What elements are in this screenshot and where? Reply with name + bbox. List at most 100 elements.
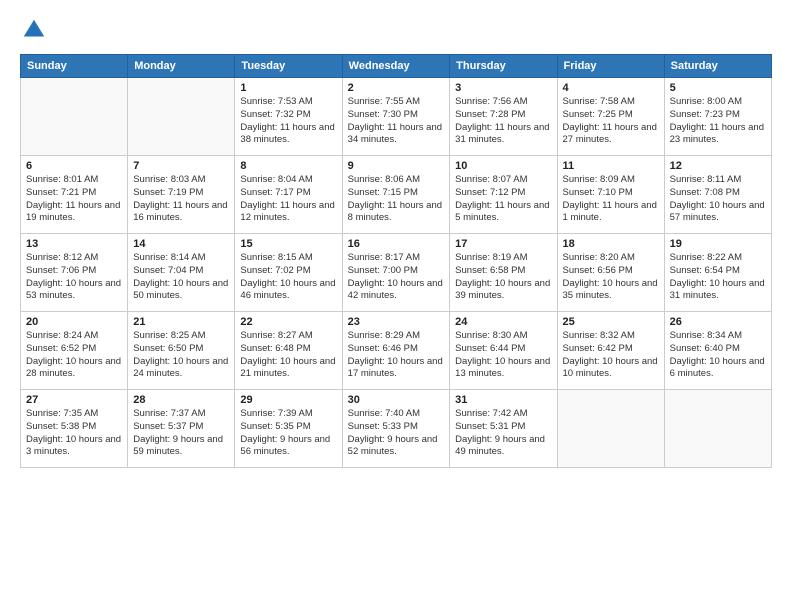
calendar-cell: 30 Sunrise: 7:40 AMSunset: 5:33 PMDayligh… [342, 390, 450, 468]
day-number: 14 [133, 238, 229, 250]
calendar-cell: 23 Sunrise: 8:29 AMSunset: 6:46 PMDayligh… [342, 312, 450, 390]
day-info: Sunrise: 8:34 AMSunset: 6:40 PMDaylight:… [670, 330, 766, 381]
calendar-cell: 14 Sunrise: 8:14 AMSunset: 7:04 PMDayligh… [128, 234, 235, 312]
day-number: 19 [670, 238, 766, 250]
day-of-week-header: Friday [557, 55, 664, 78]
calendar-header: SundayMondayTuesdayWednesdayThursdayFrid… [21, 55, 772, 78]
calendar-cell: 13 Sunrise: 8:12 AMSunset: 7:06 PMDayligh… [21, 234, 128, 312]
day-info: Sunrise: 8:29 AMSunset: 6:46 PMDaylight:… [348, 330, 445, 381]
day-number: 12 [670, 160, 766, 172]
day-number: 28 [133, 394, 229, 406]
day-number: 9 [348, 160, 445, 172]
day-number: 30 [348, 394, 445, 406]
calendar-week-row: 27 Sunrise: 7:35 AMSunset: 5:38 PMDayligh… [21, 390, 772, 468]
day-of-week-header: Monday [128, 55, 235, 78]
day-info: Sunrise: 7:35 AMSunset: 5:38 PMDaylight:… [26, 408, 122, 459]
day-info: Sunrise: 8:14 AMSunset: 7:04 PMDaylight:… [133, 252, 229, 303]
calendar-cell: 9 Sunrise: 8:06 AMSunset: 7:15 PMDaylight… [342, 156, 450, 234]
header [20, 16, 772, 44]
day-number: 24 [455, 316, 551, 328]
calendar-week-row: 13 Sunrise: 8:12 AMSunset: 7:06 PMDayligh… [21, 234, 772, 312]
calendar-cell: 3 Sunrise: 7:56 AMSunset: 7:28 PMDaylight… [450, 78, 557, 156]
calendar-cell: 17 Sunrise: 8:19 AMSunset: 6:58 PMDayligh… [450, 234, 557, 312]
page: SundayMondayTuesdayWednesdayThursdayFrid… [0, 0, 792, 478]
calendar-cell: 1 Sunrise: 7:53 AMSunset: 7:32 PMDaylight… [235, 78, 342, 156]
calendar-cell: 25 Sunrise: 8:32 AMSunset: 6:42 PMDayligh… [557, 312, 664, 390]
day-info: Sunrise: 7:39 AMSunset: 5:35 PMDaylight:… [240, 408, 336, 459]
day-number: 8 [240, 160, 336, 172]
day-info: Sunrise: 7:53 AMSunset: 7:32 PMDaylight:… [240, 96, 336, 147]
day-number: 31 [455, 394, 551, 406]
header-row: SundayMondayTuesdayWednesdayThursdayFrid… [21, 55, 772, 78]
day-info: Sunrise: 8:12 AMSunset: 7:06 PMDaylight:… [26, 252, 122, 303]
day-number: 1 [240, 82, 336, 94]
day-number: 10 [455, 160, 551, 172]
day-of-week-header: Wednesday [342, 55, 450, 78]
day-number: 5 [670, 82, 766, 94]
calendar-cell: 11Sunrise: 8:09 AMSunset: 7:10 PMDayligh… [557, 156, 664, 234]
calendar-cell: 20Sunrise: 8:24 AMSunset: 6:52 PMDayligh… [21, 312, 128, 390]
calendar-cell: 15Sunrise: 8:15 AMSunset: 7:02 PMDayligh… [235, 234, 342, 312]
calendar-cell [557, 390, 664, 468]
day-number: 22 [240, 316, 336, 328]
calendar-cell: 24Sunrise: 8:30 AMSunset: 6:44 PMDayligh… [450, 312, 557, 390]
day-number: 17 [455, 238, 551, 250]
calendar-cell: 29 Sunrise: 7:39 AMSunset: 5:35 PMDayligh… [235, 390, 342, 468]
day-number: 13 [26, 238, 122, 250]
calendar-cell: 4 Sunrise: 7:58 AMSunset: 7:25 PMDaylight… [557, 78, 664, 156]
day-number: 18 [563, 238, 659, 250]
calendar-cell: 10 Sunrise: 8:07 AMSunset: 7:12 PMDayligh… [450, 156, 557, 234]
calendar-cell: 2 Sunrise: 7:55 AMSunset: 7:30 PMDaylight… [342, 78, 450, 156]
calendar-cell: 7 Sunrise: 8:03 AMSunset: 7:19 PMDaylight… [128, 156, 235, 234]
logo-icon [20, 16, 48, 44]
day-info: Sunrise: 8:20 AMSunset: 6:56 PMDaylight:… [563, 252, 659, 303]
calendar-cell: 31Sunrise: 7:42 AMSunset: 5:31 PMDayligh… [450, 390, 557, 468]
day-of-week-header: Sunday [21, 55, 128, 78]
day-number: 3 [455, 82, 551, 94]
day-info: Sunrise: 7:58 AMSunset: 7:25 PMDaylight:… [563, 96, 659, 147]
day-info: Sunrise: 8:03 AMSunset: 7:19 PMDaylight:… [133, 174, 229, 225]
day-number: 6 [26, 160, 122, 172]
calendar-table: SundayMondayTuesdayWednesdayThursdayFrid… [20, 54, 772, 468]
day-number: 23 [348, 316, 445, 328]
calendar-cell: 16 Sunrise: 8:17 AMSunset: 7:00 PMDayligh… [342, 234, 450, 312]
calendar-week-row: 1 Sunrise: 7:53 AMSunset: 7:32 PMDaylight… [21, 78, 772, 156]
day-number: 11 [563, 160, 659, 172]
day-number: 29 [240, 394, 336, 406]
day-info: Sunrise: 8:04 AMSunset: 7:17 PMDaylight:… [240, 174, 336, 225]
day-info: Sunrise: 7:55 AMSunset: 7:30 PMDaylight:… [348, 96, 445, 147]
calendar-cell: 8 Sunrise: 8:04 AMSunset: 7:17 PMDaylight… [235, 156, 342, 234]
day-number: 20 [26, 316, 122, 328]
day-number: 16 [348, 238, 445, 250]
day-info: Sunrise: 8:15 AMSunset: 7:02 PMDaylight:… [240, 252, 336, 303]
day-number: 4 [563, 82, 659, 94]
day-info: Sunrise: 7:40 AMSunset: 5:33 PMDaylight:… [348, 408, 445, 459]
calendar-cell: 6Sunrise: 8:01 AMSunset: 7:21 PMDaylight… [21, 156, 128, 234]
calendar-cell: 18 Sunrise: 8:20 AMSunset: 6:56 PMDayligh… [557, 234, 664, 312]
calendar-cell: 28 Sunrise: 7:37 AMSunset: 5:37 PMDayligh… [128, 390, 235, 468]
day-number: 2 [348, 82, 445, 94]
day-number: 26 [670, 316, 766, 328]
day-info: Sunrise: 8:32 AMSunset: 6:42 PMDaylight:… [563, 330, 659, 381]
day-number: 27 [26, 394, 122, 406]
calendar-week-row: 20Sunrise: 8:24 AMSunset: 6:52 PMDayligh… [21, 312, 772, 390]
calendar-cell: 22 Sunrise: 8:27 AMSunset: 6:48 PMDayligh… [235, 312, 342, 390]
day-of-week-header: Tuesday [235, 55, 342, 78]
day-info: Sunrise: 8:06 AMSunset: 7:15 PMDaylight:… [348, 174, 445, 225]
day-info: Sunrise: 8:27 AMSunset: 6:48 PMDaylight:… [240, 330, 336, 381]
day-info: Sunrise: 8:19 AMSunset: 6:58 PMDaylight:… [455, 252, 551, 303]
day-number: 25 [563, 316, 659, 328]
calendar-cell: 21Sunrise: 8:25 AMSunset: 6:50 PMDayligh… [128, 312, 235, 390]
calendar-cell: 27 Sunrise: 7:35 AMSunset: 5:38 PMDayligh… [21, 390, 128, 468]
calendar-cell: 5Sunrise: 8:00 AMSunset: 7:23 PMDaylight… [664, 78, 771, 156]
day-number: 7 [133, 160, 229, 172]
day-info: Sunrise: 7:56 AMSunset: 7:28 PMDaylight:… [455, 96, 551, 147]
calendar-cell [21, 78, 128, 156]
calendar-cell: 19Sunrise: 8:22 AMSunset: 6:54 PMDayligh… [664, 234, 771, 312]
calendar-week-row: 6Sunrise: 8:01 AMSunset: 7:21 PMDaylight… [21, 156, 772, 234]
calendar-cell [664, 390, 771, 468]
day-of-week-header: Saturday [664, 55, 771, 78]
day-info: Sunrise: 8:17 AMSunset: 7:00 PMDaylight:… [348, 252, 445, 303]
day-info: Sunrise: 7:37 AMSunset: 5:37 PMDaylight:… [133, 408, 229, 459]
day-info: Sunrise: 8:07 AMSunset: 7:12 PMDaylight:… [455, 174, 551, 225]
